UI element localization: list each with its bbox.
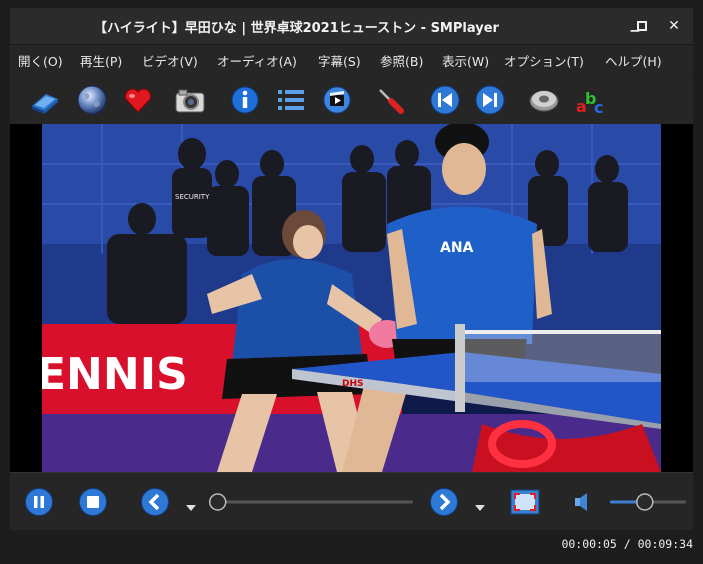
- maximize-button[interactable]: [632, 16, 652, 36]
- preferences-icon: [379, 89, 404, 114]
- time-separator: /: [616, 537, 638, 551]
- table-brand-text: DHS: [342, 379, 364, 389]
- audio-track-icon: [529, 90, 559, 112]
- youtube-browser-icon: [323, 86, 351, 114]
- youtube-browser-button[interactable]: [321, 84, 353, 116]
- menu-play[interactable]: 再生(P): [80, 51, 122, 70]
- seek-slider[interactable]: [206, 492, 416, 512]
- video-picture: SECURITY ENNIS M: [42, 124, 661, 472]
- next-icon: [475, 85, 505, 115]
- volume-handle[interactable]: [636, 493, 654, 511]
- time-display: 00:00:05 / 00:09:34: [561, 537, 693, 551]
- menu-browse[interactable]: 参照(B): [380, 51, 423, 70]
- subtitles-button[interactable]: a b c: [575, 84, 607, 117]
- pause-button[interactable]: [24, 487, 54, 521]
- menu-bar: 開く(O) 再生(P) ビデオ(V) オーディオ(A) 字幕(S) 参照(B) …: [10, 45, 693, 73]
- screenshot-button[interactable]: [174, 84, 206, 116]
- open-url-icon: [77, 85, 107, 115]
- previous-button[interactable]: [429, 84, 461, 116]
- fullscreen-button[interactable]: [510, 487, 540, 521]
- fullscreen-icon: [510, 489, 540, 515]
- open-file-button[interactable]: [29, 84, 61, 116]
- video-area[interactable]: SECURITY ENNIS M: [10, 124, 693, 472]
- total-time: 00:09:34: [637, 537, 693, 551]
- forward-button[interactable]: [429, 487, 459, 521]
- open-url-button[interactable]: [76, 84, 108, 116]
- jersey-text: ANA: [440, 240, 474, 256]
- screenshot-icon: [175, 89, 205, 113]
- preferences-button[interactable]: [374, 84, 406, 116]
- video-frame[interactable]: SECURITY ENNIS M: [42, 124, 661, 472]
- playlist-button[interactable]: [275, 84, 307, 116]
- menu-help[interactable]: ヘルプ(H): [605, 51, 662, 70]
- stop-icon: [79, 488, 107, 516]
- mute-button[interactable]: [572, 491, 594, 517]
- playback-controls: [10, 472, 693, 531]
- close-button[interactable]: ✕: [664, 16, 684, 36]
- rewind-menu-button[interactable]: [186, 497, 196, 516]
- chevron-down-icon: [186, 505, 196, 511]
- menu-audio[interactable]: オーディオ(A): [217, 51, 297, 70]
- seek-handle[interactable]: [208, 493, 227, 511]
- banner-text: ENNIS: [42, 349, 188, 400]
- title-bar[interactable]: 【ハイライト】早田ひな | 世界卓球2021ヒューストン - SMPlayer …: [10, 8, 693, 45]
- chevron-down-icon: [475, 505, 485, 511]
- playlist-icon: [278, 90, 304, 110]
- chevron-left-icon: [141, 488, 169, 516]
- app-window: 【ハイライト】早田ひな | 世界卓球2021ヒューストン - SMPlayer …: [10, 8, 693, 564]
- menu-view[interactable]: 表示(W): [442, 51, 489, 70]
- pause-icon: [25, 488, 53, 516]
- menu-subtitles[interactable]: 字幕(S): [318, 51, 361, 70]
- current-time: 00:00:05: [561, 537, 617, 551]
- audio-track-button[interactable]: [528, 84, 560, 116]
- menu-options[interactable]: オプション(T): [504, 51, 584, 70]
- next-button[interactable]: [474, 84, 506, 116]
- forward-menu-button[interactable]: [475, 497, 485, 516]
- speaker-icon: [575, 493, 587, 511]
- menu-video[interactable]: ビデオ(V): [142, 51, 198, 70]
- security-text: SECURITY: [175, 193, 210, 201]
- info-button[interactable]: [229, 84, 261, 116]
- chevron-right-icon: [430, 488, 458, 516]
- maximize-icon: [637, 21, 647, 31]
- menu-open[interactable]: 開く(O): [18, 51, 63, 70]
- info-icon: [231, 86, 259, 114]
- favorites-icon: [124, 88, 152, 113]
- volume-slider[interactable]: [608, 492, 688, 512]
- open-file-icon: [32, 94, 58, 114]
- svg-text:c: c: [594, 98, 603, 116]
- main-toolbar: a b c: [10, 74, 693, 124]
- stop-button[interactable]: [78, 487, 108, 521]
- previous-icon: [430, 85, 460, 115]
- subtitles-icon: a b c: [576, 89, 603, 117]
- rewind-button[interactable]: [140, 487, 170, 521]
- status-bar: 00:00:05 / 00:09:34: [10, 530, 693, 564]
- favorites-button[interactable]: [122, 84, 154, 116]
- window-title: 【ハイライト】早田ひな | 世界卓球2021ヒューストン - SMPlayer: [94, 21, 499, 36]
